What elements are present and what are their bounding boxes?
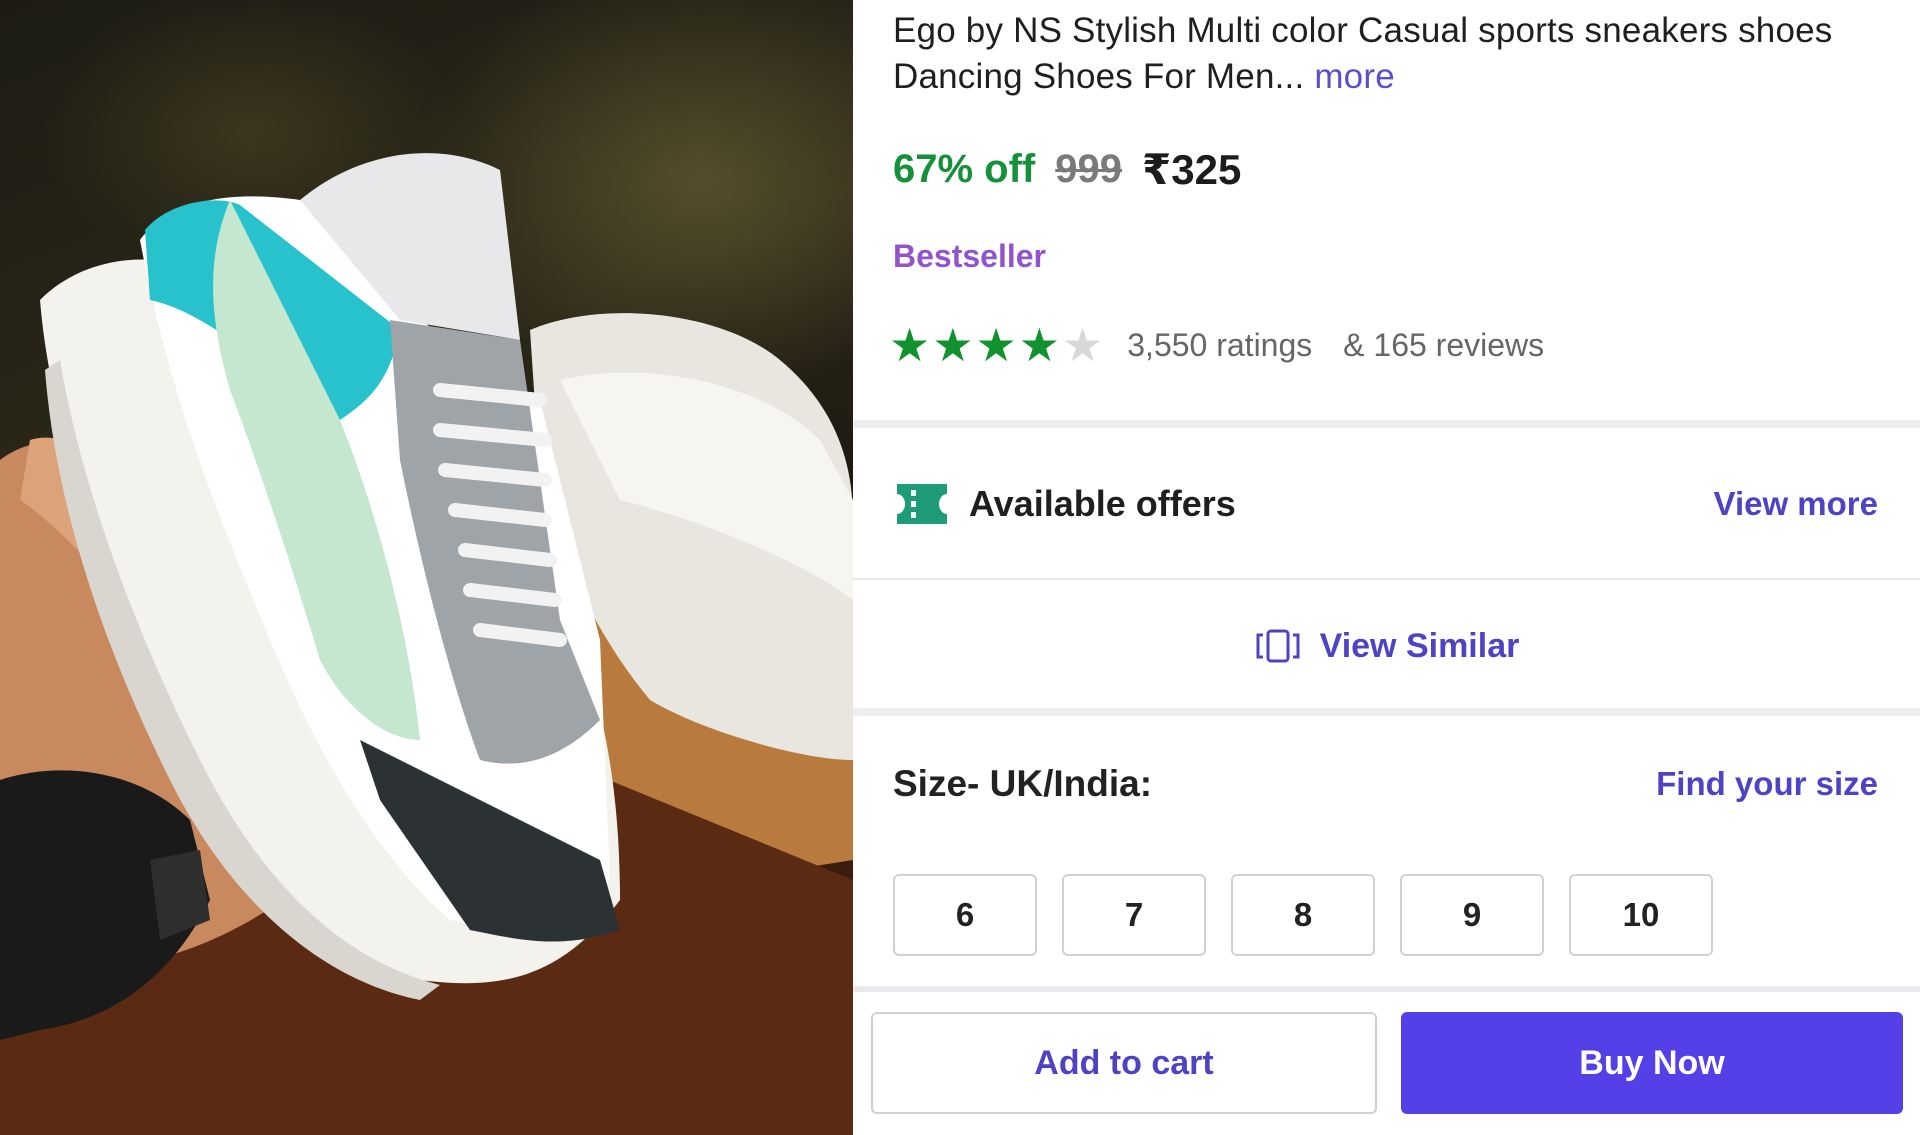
size-option-6[interactable]: 6 [893,874,1037,956]
star-filled-icon: ★ [975,319,1017,371]
size-label: Size- UK/India: [893,763,1153,804]
star-filled-icon: ★ [889,319,931,371]
available-offers-row[interactable]: Available offers View more [893,474,1878,534]
star-empty-icon: ★ [1062,319,1104,371]
product-title[interactable]: Ego by NS Stylish Multi color Casual spo… [893,8,1893,100]
star-filled-icon: ★ [1018,319,1060,371]
size-option-7[interactable]: 7 [1062,874,1206,956]
section-divider [853,578,1920,580]
view-more-offers-link[interactable]: View more [1714,485,1878,523]
view-similar-label: View Similar [1319,626,1520,665]
add-to-cart-button[interactable]: Add to cart [871,1012,1377,1114]
available-offers-label: Available offers [969,483,1236,524]
size-options: 6 7 8 9 10 [893,874,1713,956]
bestseller-badge: Bestseller [893,238,1046,274]
purchase-actions: Add to cart Buy Now [871,1012,1903,1114]
ratings-count: 3,550 ratings [1127,326,1313,363]
product-image[interactable] [0,0,853,1135]
product-details-panel: Ego by NS Stylish Multi color Casual spo… [853,0,1920,1135]
rating-row[interactable]: ★ ★ ★ ★ ★ 3,550 ratings & 165 reviews [889,320,1544,370]
view-similar-button[interactable]: View Similar [853,614,1920,678]
section-divider [853,708,1920,716]
section-divider [853,420,1920,428]
discount-percent: 67% off [893,146,1036,191]
more-link[interactable]: more [1314,57,1395,96]
view-similar-icon [1256,629,1300,663]
ticket-icon [897,484,947,524]
price-row: 67% off 999 ₹325 [893,144,1241,194]
star-rating: ★ ★ ★ ★ ★ [889,322,1103,368]
selling-price: ₹325 [1142,145,1242,193]
reviews-count: & 165 reviews [1343,326,1545,363]
section-divider [853,986,1920,992]
rating-summary: 3,550 ratings & 165 reviews [1127,327,1544,364]
size-header: Size- UK/India: Find your size [893,756,1878,812]
size-option-9[interactable]: 9 [1400,874,1544,956]
size-option-10[interactable]: 10 [1569,874,1713,956]
star-filled-icon: ★ [932,319,974,371]
size-option-8[interactable]: 8 [1231,874,1375,956]
find-your-size-link[interactable]: Find your size [1656,765,1878,803]
buy-now-button[interactable]: Buy Now [1401,1012,1903,1114]
sneaker-illustration [0,153,853,1135]
original-price: 999 [1055,146,1122,191]
